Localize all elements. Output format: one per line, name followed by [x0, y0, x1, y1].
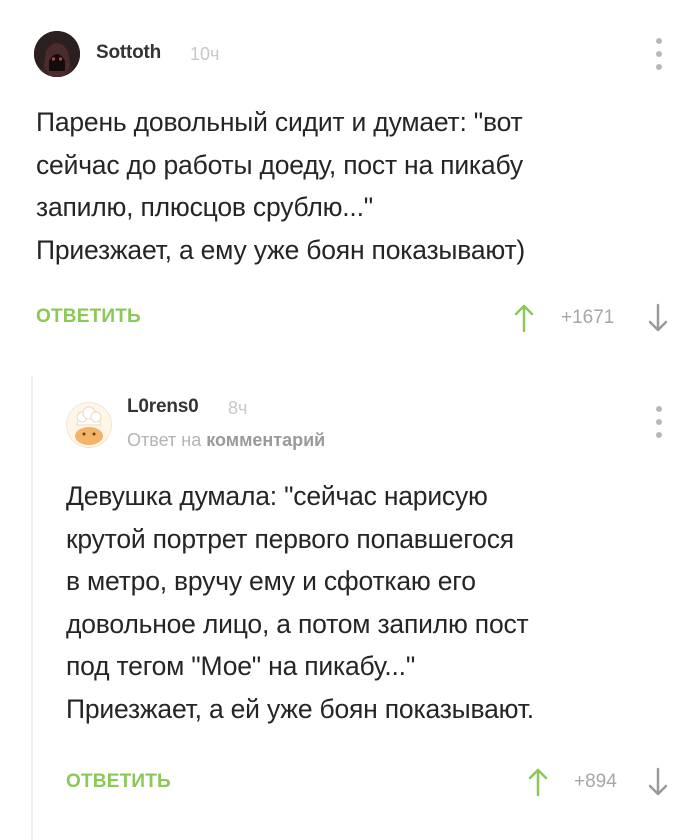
- reply-to: Ответ на комментарий: [127, 430, 325, 451]
- username[interactable]: Sottoth: [96, 42, 161, 64]
- comment-time: 10ч: [190, 44, 220, 64]
- avatar[interactable]: [66, 402, 112, 448]
- reply-button[interactable]: ОТВЕТИТЬ: [66, 771, 171, 793]
- comment-time: 8ч: [228, 398, 248, 418]
- thread-line[interactable]: [31, 376, 33, 840]
- reply-to-prefix: Ответ на: [127, 430, 202, 450]
- more-vertical-icon[interactable]: [649, 38, 669, 70]
- avatar[interactable]: [34, 31, 80, 77]
- rating-count: +894: [574, 771, 617, 792]
- username[interactable]: L0rens0: [127, 396, 199, 418]
- arrow-up-icon[interactable]: [527, 767, 549, 797]
- more-vertical-icon[interactable]: [649, 406, 669, 438]
- rating-count: +1671: [561, 307, 615, 328]
- reply-to-link[interactable]: комментарий: [206, 430, 325, 450]
- arrow-down-icon[interactable]: [647, 767, 669, 797]
- comment-text: Девушка думала: "сейчас нарисую крутой п…: [66, 481, 534, 724]
- reply-button[interactable]: ОТВЕТИТЬ: [36, 306, 141, 328]
- arrow-up-icon[interactable]: [513, 303, 535, 333]
- comment-text: Парень довольный сидит и думает: "вот се…: [36, 107, 526, 265]
- comment: Sottoth 10ч Парень довольный сидит и дум…: [0, 0, 700, 350]
- arrow-down-icon[interactable]: [647, 303, 669, 333]
